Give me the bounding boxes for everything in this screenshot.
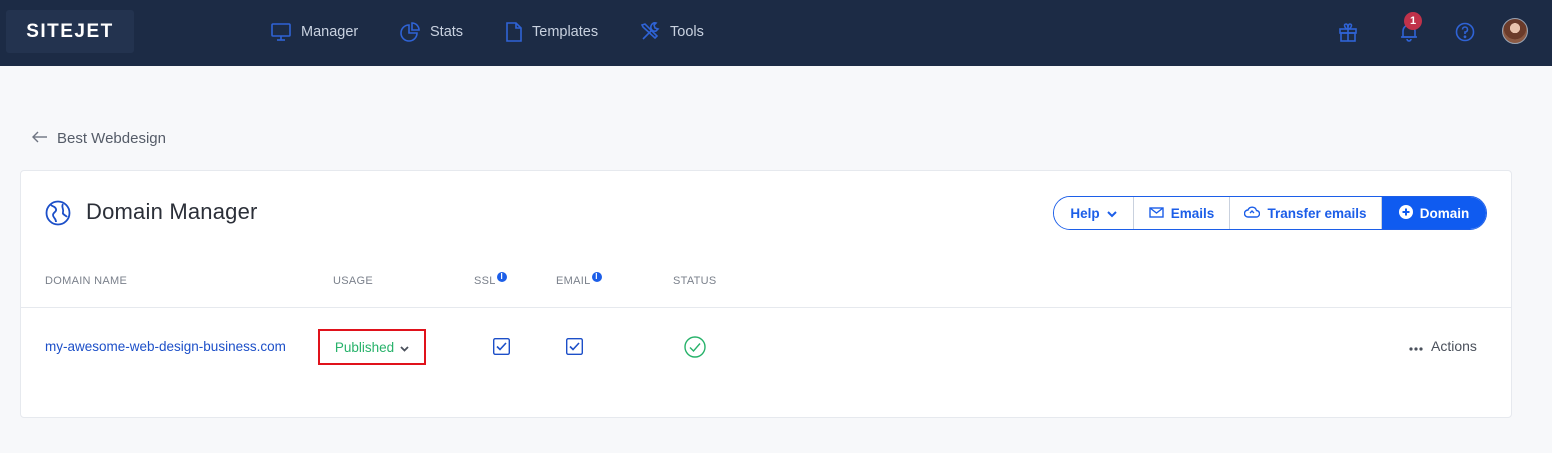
notification-badge: 1 — [1404, 12, 1422, 30]
envelope-icon — [1149, 206, 1164, 221]
column-header-status: STATUS — [673, 275, 717, 287]
help-button-label: Help — [1070, 205, 1100, 221]
page-title: Domain Manager — [86, 199, 258, 224]
add-domain-button[interactable]: Domain — [1382, 197, 1486, 229]
transfer-emails-button[interactable]: Transfer emails — [1230, 197, 1382, 229]
column-header-email-label: EMAIL — [556, 275, 591, 287]
nav-label-manager: Manager — [301, 24, 359, 40]
column-header-email: EMAIL i — [556, 272, 602, 287]
domain-manager-card: Domain Manager Help Emails Transfer emai… — [20, 170, 1512, 418]
status-ok-icon — [684, 336, 706, 363]
transfer-emails-button-label: Transfer emails — [1267, 205, 1367, 221]
domain-name-link[interactable]: my-awesome-web-design-business.com — [45, 339, 286, 354]
more-dots-icon — [1409, 338, 1423, 354]
nav-item-templates[interactable]: Templates — [506, 19, 598, 45]
column-header-domain-name: DOMAIN NAME — [45, 275, 128, 287]
table-divider — [21, 307, 1511, 308]
document-icon — [506, 22, 522, 42]
chevron-down-icon — [1106, 206, 1117, 221]
tools-icon — [640, 22, 660, 42]
gift-icon[interactable] — [1335, 19, 1361, 45]
column-header-ssl: SSL i — [474, 272, 507, 287]
help-circle-icon[interactable] — [1452, 19, 1478, 45]
email-checkbox[interactable] — [565, 337, 584, 356]
sitejet-logo[interactable]: SITEJET — [6, 10, 134, 53]
info-icon[interactable]: i — [591, 272, 602, 282]
header-button-group: Help Emails Transfer emails Domain — [1053, 196, 1487, 230]
usage-value: Published — [334, 339, 395, 355]
help-dropdown-button[interactable]: Help — [1054, 197, 1134, 229]
emails-button-label: Emails — [1170, 205, 1215, 221]
nav-label-stats: Stats — [430, 24, 464, 40]
nav-item-tools[interactable]: Tools — [640, 19, 704, 45]
column-header-usage: USAGE — [333, 275, 374, 287]
top-navbar: SITEJET Manager Stats Templates Tools 1 — [0, 0, 1552, 66]
cloud-sync-icon — [1244, 206, 1261, 221]
usage-dropdown[interactable]: Published — [318, 329, 426, 365]
nav-item-manager[interactable]: Manager — [271, 19, 358, 45]
user-avatar[interactable] — [1502, 18, 1528, 44]
pie-chart-icon — [400, 22, 420, 42]
ssl-checkbox[interactable] — [492, 337, 511, 356]
globe-icon — [45, 200, 71, 231]
back-link[interactable]: Best Webdesign — [32, 128, 166, 148]
nav-item-stats[interactable]: Stats — [400, 19, 463, 45]
chevron-down-icon — [400, 340, 409, 355]
monitor-icon — [271, 23, 291, 41]
column-header-ssl-label: SSL — [474, 275, 496, 287]
back-link-label: Best Webdesign — [57, 129, 166, 147]
actions-label: Actions — [1431, 338, 1477, 354]
info-icon[interactable]: i — [496, 272, 507, 282]
row-actions-button[interactable]: Actions — [1409, 338, 1477, 354]
emails-button[interactable]: Emails — [1134, 197, 1230, 229]
nav-label-tools: Tools — [670, 24, 704, 40]
add-domain-button-label: Domain — [1419, 205, 1470, 221]
arrow-left-icon — [32, 130, 48, 147]
plus-circle-icon — [1398, 204, 1413, 222]
nav-label-templates: Templates — [532, 24, 599, 40]
